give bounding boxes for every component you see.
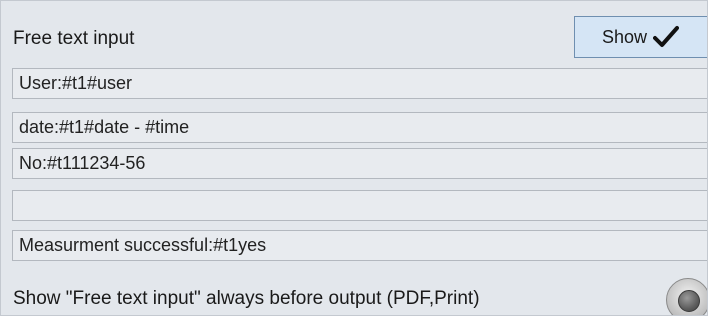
- free-text-field-3[interactable]: [12, 148, 707, 179]
- free-text-field-1[interactable]: [12, 68, 707, 99]
- always-show-option-label: Show "Free text input" always before out…: [13, 288, 480, 309]
- free-text-field-4[interactable]: [12, 190, 707, 221]
- checkmark-icon: [653, 25, 680, 49]
- panel-title: Free text input: [13, 28, 135, 49]
- free-text-field-5[interactable]: [12, 230, 707, 261]
- show-button[interactable]: Show: [574, 16, 707, 58]
- free-text-field-2[interactable]: [12, 112, 707, 143]
- free-text-input-panel: Free text input Show Show "Free text inp…: [0, 0, 708, 316]
- radio-toggle-icon: [678, 290, 700, 312]
- show-button-label: Show: [602, 26, 648, 47]
- always-show-toggle[interactable]: [666, 278, 707, 315]
